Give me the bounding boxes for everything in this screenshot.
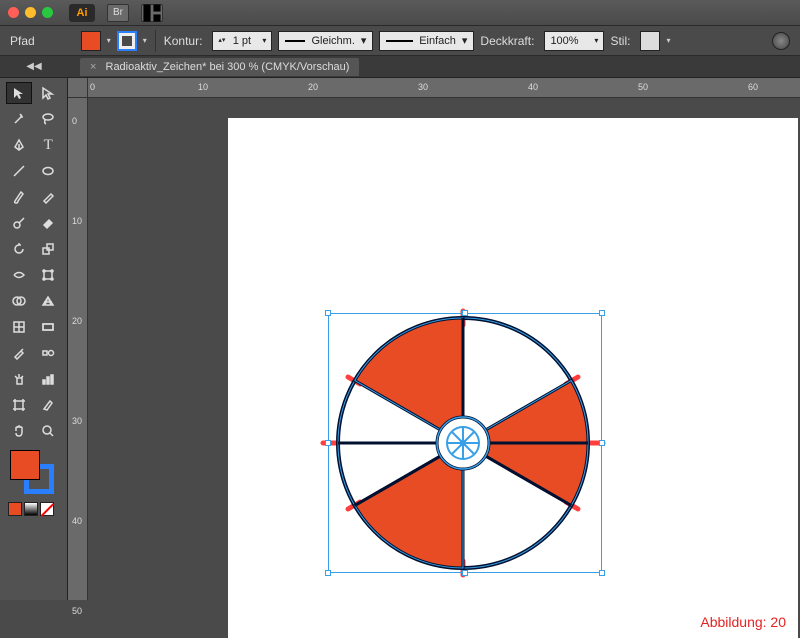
fill-color-indicator[interactable] xyxy=(10,450,40,480)
app-badge-illustrator: Ai xyxy=(69,4,95,22)
minimize-window-button[interactable] xyxy=(25,7,36,18)
column-graph-tool[interactable] xyxy=(36,368,62,390)
toolbox-collapse-handle[interactable]: ◀◀ xyxy=(0,56,68,78)
graphic-style-swatch[interactable] xyxy=(640,31,660,51)
bbox-handle-se[interactable] xyxy=(599,570,605,576)
direct-selection-tool[interactable] xyxy=(36,82,62,104)
bbox-handle-w[interactable] xyxy=(325,440,331,446)
bbox-handle-sw[interactable] xyxy=(325,570,331,576)
shape-builder-tool[interactable] xyxy=(6,290,32,312)
horizontal-ruler[interactable]: 0 10 20 30 40 50 60 xyxy=(88,78,800,98)
rotate-tool[interactable] xyxy=(6,238,32,260)
paintbrush-tool[interactable] xyxy=(6,186,32,208)
slice-tool[interactable] xyxy=(36,394,62,416)
document-tab-title: Radioaktiv_Zeichen* bei 300 % (CMYK/Vors… xyxy=(106,61,350,73)
document-workarea: 0 10 20 30 40 50 60 0 10 20 30 40 50 xyxy=(68,78,800,600)
control-panel: Pfad ▾ ▾ Kontur: ▴▾ 1 pt ▾ Gleichm.▾ Ein… xyxy=(0,26,800,56)
magic-wand-tool[interactable] xyxy=(6,108,32,130)
gradient-tool[interactable] xyxy=(36,316,62,338)
eraser-tool[interactable] xyxy=(36,212,62,234)
mesh-tool[interactable] xyxy=(6,316,32,338)
stroke-weight-value: 1 pt xyxy=(233,35,251,47)
color-mode-none[interactable] xyxy=(40,502,54,516)
vertical-ruler[interactable]: 0 10 20 30 40 50 xyxy=(68,98,88,600)
close-tab-icon[interactable]: × xyxy=(90,61,96,73)
color-mode-gradient[interactable] xyxy=(24,502,38,516)
color-mode-row xyxy=(8,502,61,516)
maximize-window-button[interactable] xyxy=(42,7,53,18)
variable-width-profile[interactable]: Gleichm.▾ xyxy=(278,31,373,51)
blob-brush-tool[interactable] xyxy=(6,212,32,234)
blend-tool[interactable] xyxy=(36,342,62,364)
selection-tool[interactable] xyxy=(6,82,32,104)
pencil-tool[interactable] xyxy=(36,186,62,208)
style-label: Stil: xyxy=(610,34,630,48)
doc-setup-icon[interactable] xyxy=(772,32,790,50)
stroke-weight-field[interactable]: ▴▾ 1 pt ▾ xyxy=(212,31,272,51)
pen-tool[interactable] xyxy=(6,134,32,156)
bbox-handle-ne[interactable] xyxy=(599,310,605,316)
perspective-grid-tool[interactable] xyxy=(36,290,62,312)
close-window-button[interactable] xyxy=(8,7,19,18)
opacity-field[interactable]: 100%▾ xyxy=(544,31,604,51)
type-tool[interactable]: T xyxy=(36,134,62,156)
free-transform-tool[interactable] xyxy=(36,264,62,286)
ruler-origin[interactable] xyxy=(68,78,88,98)
tools-panel: T xyxy=(0,78,68,600)
ellipse-tool[interactable] xyxy=(36,160,62,182)
artboard[interactable]: Abbildung: 20 xyxy=(228,118,798,638)
color-mode-solid[interactable] xyxy=(8,502,22,516)
opacity-value: 100% xyxy=(550,35,578,47)
arrange-documents-button[interactable] xyxy=(141,4,163,22)
line-tool[interactable] xyxy=(6,160,32,182)
bridge-button[interactable]: Br xyxy=(107,4,129,22)
bbox-handle-e[interactable] xyxy=(599,440,605,446)
eyedropper-tool[interactable] xyxy=(6,342,32,364)
zoom-tool[interactable] xyxy=(36,420,62,442)
window-titlebar: Ai Br xyxy=(0,0,800,26)
stroke-label: Kontur: xyxy=(164,34,203,48)
brush-definition[interactable]: Einfach▾ xyxy=(379,31,474,51)
lasso-tool[interactable] xyxy=(36,108,62,130)
figure-caption: Abbildung: 20 xyxy=(700,614,786,630)
bbox-handle-n[interactable] xyxy=(462,310,468,316)
hand-tool[interactable] xyxy=(6,420,32,442)
fill-stroke-indicator[interactable] xyxy=(10,450,54,494)
document-tabstrip: × Radioaktiv_Zeichen* bei 300 % (CMYK/Vo… xyxy=(0,56,800,78)
fill-swatch[interactable] xyxy=(81,31,101,51)
selection-bounding-box[interactable] xyxy=(328,313,602,573)
bbox-handle-nw[interactable] xyxy=(325,310,331,316)
artboard-tool[interactable] xyxy=(6,394,32,416)
stroke-swatch[interactable] xyxy=(117,31,137,51)
bbox-handle-s[interactable] xyxy=(462,570,468,576)
opacity-label: Deckkraft: xyxy=(480,34,534,48)
selection-type-label: Pfad xyxy=(10,34,35,48)
scale-tool[interactable] xyxy=(36,238,62,260)
symbol-sprayer-tool[interactable] xyxy=(6,368,32,390)
document-tab[interactable]: × Radioaktiv_Zeichen* bei 300 % (CMYK/Vo… xyxy=(80,58,359,76)
width-tool[interactable] xyxy=(6,264,32,286)
